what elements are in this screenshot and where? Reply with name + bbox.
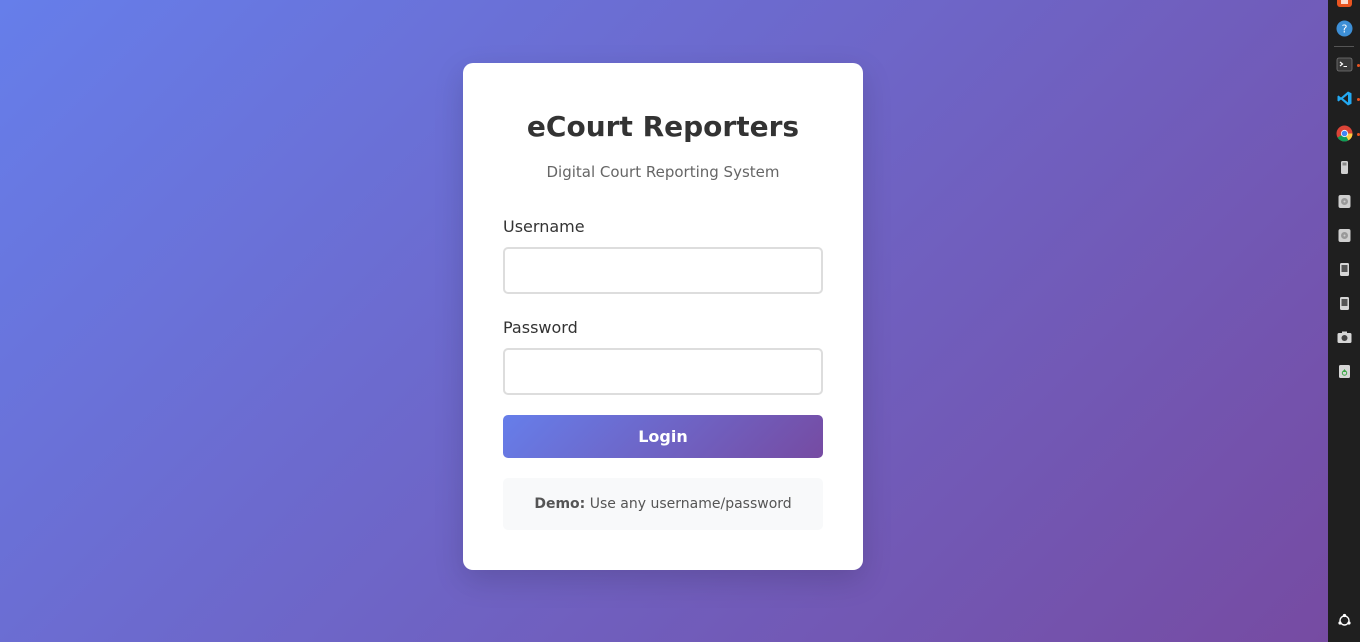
login-card: eCourt Reporters Digital Court Reporting… [463,63,863,570]
app-store-icon[interactable] [1336,0,1353,8]
login-button[interactable]: Login [503,415,823,458]
trash-icon[interactable] [1336,363,1353,380]
dock-separator [1334,46,1354,47]
demo-note: Demo: Use any username/password [503,478,823,530]
page-title: eCourt Reporters [526,110,800,143]
screenshot-icon[interactable] [1336,329,1353,346]
background: eCourt Reporters Digital Court Reporting… [0,0,1328,642]
username-input[interactable] [503,247,823,294]
help-icon[interactable]: ? [1336,20,1353,37]
page-subtitle: Digital Court Reporting System [546,163,780,181]
removable-drive-icon[interactable] [1336,261,1353,278]
dock: ? [1328,0,1360,642]
chrome-icon[interactable] [1336,125,1353,142]
demo-label: Demo: [534,496,586,512]
password-input[interactable] [503,348,823,395]
vscode-icon[interactable] [1336,90,1353,107]
disk-icon[interactable] [1336,227,1353,244]
removable-drive-icon[interactable] [1336,295,1353,312]
demo-text: Use any username/password [585,496,792,512]
username-label: Username [503,217,585,236]
usb-drive-icon[interactable] [1336,159,1353,176]
show-apps-icon[interactable] [1336,612,1353,629]
svg-text:?: ? [1342,23,1348,36]
terminal-icon[interactable] [1336,56,1353,73]
password-label: Password [503,318,578,337]
disk-icon[interactable] [1336,193,1353,210]
